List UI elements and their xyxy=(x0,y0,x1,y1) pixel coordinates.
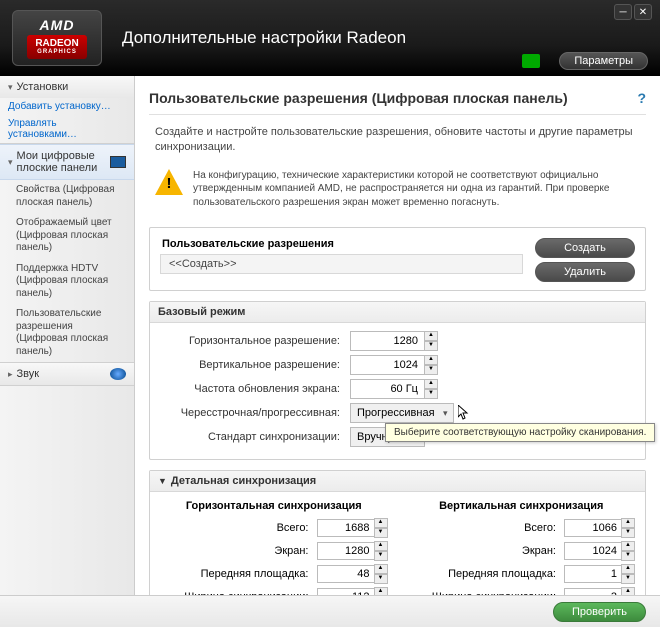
basic-mode-header: Базовый режим xyxy=(150,302,645,323)
delete-button[interactable]: Удалить xyxy=(535,262,635,282)
v-front-input[interactable] xyxy=(564,565,622,583)
create-button[interactable]: Создать xyxy=(535,238,635,258)
scan-select[interactable]: Прогрессивная xyxy=(350,403,454,423)
chevron-down-icon: ▾ xyxy=(8,82,13,93)
sidebar-item-custom-res[interactable]: Пользовательские разрешения (Цифровая пл… xyxy=(0,304,134,362)
warning-icon: ! xyxy=(155,169,183,195)
gear-icon xyxy=(110,81,126,93)
scan-label: Чересстрочная/прогрессивная: xyxy=(160,407,350,419)
sidebar-item-color[interactable]: Отображаемый цвет (Цифровая плоская пане… xyxy=(0,213,134,259)
v-total-input[interactable] xyxy=(564,519,622,537)
sidebar-item-hdtv[interactable]: Поддержка HDTV (Цифровая плоская панель) xyxy=(0,259,134,305)
footer: Проверить xyxy=(0,595,660,627)
hres-input[interactable] xyxy=(350,331,425,351)
hsync-column: Горизонтальная синхронизация Всего:▲▼ Эк… xyxy=(160,500,388,595)
h-screen-input[interactable] xyxy=(317,542,375,560)
minimize-button[interactable]: ─ xyxy=(614,4,632,20)
refresh-label: Частота обновления экрана: xyxy=(160,383,350,395)
std-label: Стандарт синхронизации: xyxy=(160,431,350,443)
group-basic-mode: Базовый режим Горизонтальное разрешение:… xyxy=(149,301,646,460)
amd-logo: AMD RADEON GRAPHICS xyxy=(12,10,102,66)
spinner-down[interactable]: ▼ xyxy=(424,389,438,399)
sidebar: ▾ Установки Добавить установку… Управлят… xyxy=(0,76,135,595)
sidebar-section-panels[interactable]: ▾ Мои цифровые плоские панели xyxy=(0,144,134,180)
h-width-input[interactable] xyxy=(317,588,375,595)
group-custom-resolutions: Пользовательские разрешения <<Создать>> … xyxy=(149,227,646,291)
collapse-icon: ▼ xyxy=(158,476,167,486)
detail-sync-header[interactable]: ▼Детальная синхронизация xyxy=(150,471,645,492)
hsync-title: Горизонтальная синхронизация xyxy=(160,500,388,512)
hres-label: Горизонтальное разрешение: xyxy=(160,335,350,347)
monitor-icon xyxy=(110,156,126,168)
speaker-icon xyxy=(110,368,126,380)
cursor-icon xyxy=(458,405,470,421)
vres-input[interactable] xyxy=(350,355,425,375)
parameters-button[interactable]: Параметры xyxy=(559,52,648,70)
page-description: Создайте и настройте пользовательские ра… xyxy=(149,125,646,155)
vsync-column: Вертикальная синхронизация Всего:▲▼ Экра… xyxy=(408,500,636,595)
window-title: Дополнительные настройки Radeon xyxy=(122,28,406,48)
radeon-badge: RADEON GRAPHICS xyxy=(27,35,86,59)
vres-label: Вертикальное разрешение: xyxy=(160,359,350,371)
chevron-right-icon: ▸ xyxy=(8,369,13,380)
sidebar-item-properties[interactable]: Свойства (Цифровая плоская панель) xyxy=(0,180,134,213)
status-icon xyxy=(522,54,540,68)
help-icon[interactable]: ? xyxy=(637,90,646,106)
h-front-input[interactable] xyxy=(317,565,375,583)
h-total-input[interactable] xyxy=(317,519,375,537)
spinner-up[interactable]: ▲ xyxy=(424,379,438,389)
sidebar-section-sound[interactable]: ▸ Звук xyxy=(0,363,134,385)
v-screen-input[interactable] xyxy=(564,542,622,560)
spinner-down[interactable]: ▼ xyxy=(424,341,438,351)
content-area: Пользовательские разрешения (Цифровая пл… xyxy=(135,76,660,595)
chevron-down-icon: ▾ xyxy=(8,157,13,168)
refresh-input[interactable] xyxy=(350,379,425,399)
warning-text: На конфигурацию, технические характерист… xyxy=(193,169,640,210)
scan-tooltip: Выберите соответствующую настройку скани… xyxy=(385,423,655,442)
vsync-title: Вертикальная синхронизация xyxy=(408,500,636,512)
close-button[interactable]: ✕ xyxy=(634,4,652,20)
spinner-down[interactable]: ▼ xyxy=(424,365,438,375)
group-detail-sync: ▼Детальная синхронизация Горизонтальная … xyxy=(149,470,646,595)
sidebar-link-add-install[interactable]: Добавить установку… xyxy=(0,98,134,115)
custom-res-label: Пользовательские разрешения xyxy=(160,236,523,254)
spinner-up[interactable]: ▲ xyxy=(424,331,438,341)
verify-button[interactable]: Проверить xyxy=(553,602,646,622)
custom-res-list[interactable]: <<Создать>> xyxy=(160,254,523,274)
v-width-input[interactable] xyxy=(564,588,622,595)
amd-text: AMD xyxy=(40,17,75,33)
sidebar-section-installs[interactable]: ▾ Установки xyxy=(0,76,134,98)
spinner-up[interactable]: ▲ xyxy=(424,355,438,365)
sidebar-link-manage-installs[interactable]: Управлять установками… xyxy=(0,115,134,143)
warning-box: ! На конфигурацию, технические характери… xyxy=(149,165,646,220)
page-title: Пользовательские разрешения (Цифровая пл… xyxy=(149,86,646,115)
